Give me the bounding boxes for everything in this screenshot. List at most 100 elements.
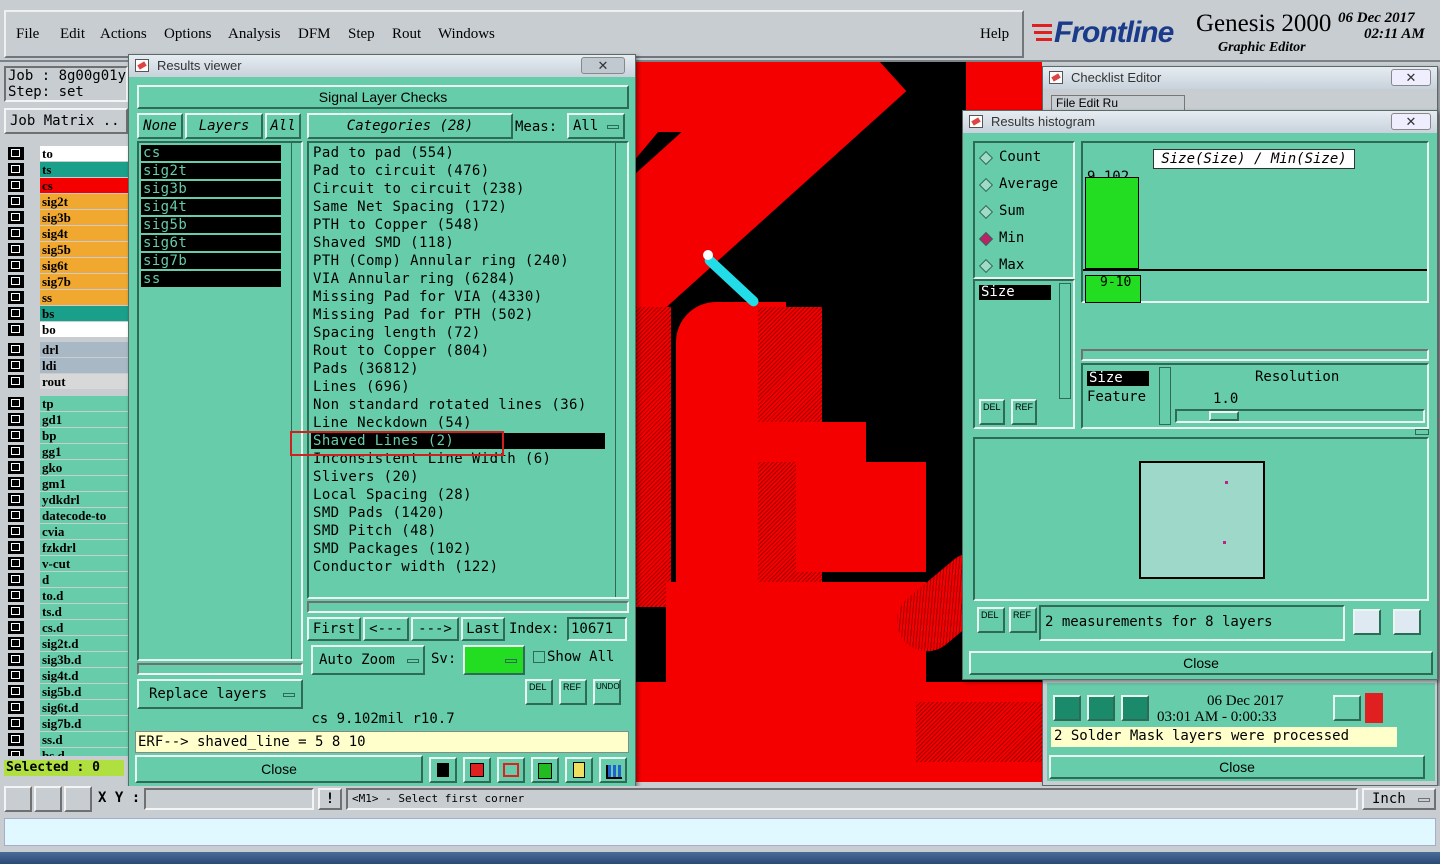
layer-row[interactable]: datecode-to [8,508,128,523]
meas-dropdown[interactable]: All [567,113,625,139]
layer-checkbox[interactable] [8,749,24,756]
layer-name[interactable]: drl [40,342,130,357]
zoom-icon[interactable] [1333,695,1361,721]
category-item[interactable]: Pads (36812) [311,361,605,377]
layer-row[interactable]: to.d [8,588,128,603]
layer-checkbox[interactable] [8,195,24,208]
category-item[interactable]: Shaved SMD (118) [311,235,605,251]
report-icon[interactable] [429,757,457,783]
layer-list-item[interactable]: sig7b [141,253,281,269]
layer-list-item[interactable]: sig3b [141,181,281,197]
layer-checkbox[interactable] [8,429,24,442]
show-all-checkbox[interactable] [533,651,545,663]
layer-row[interactable]: ydkdrl [8,492,128,507]
category-item[interactable]: Missing Pad for PTH (502) [311,307,605,323]
layer-row[interactable]: drl [8,342,130,357]
measure-icon[interactable] [34,786,62,812]
layer-row[interactable]: sig7b [8,274,130,289]
menu-dfm[interactable]: DFM [298,26,331,43]
histogram-bar[interactable] [1085,177,1139,269]
layer-row[interactable]: sig6t [8,258,130,273]
layer-checkbox[interactable] [8,275,24,288]
layers-scrollbar[interactable] [291,143,303,659]
layer-row[interactable]: gg1 [8,444,128,459]
layer-row[interactable]: sig7b.d [8,716,128,731]
export-icon[interactable] [1353,609,1381,635]
layer-name[interactable]: ss [40,290,130,305]
layer-row[interactable]: fzkdrl [8,540,128,555]
layer-name[interactable]: sig3b.d [40,652,128,667]
layer-name[interactable]: gd1 [40,412,128,427]
del-button[interactable]: DEL [525,679,553,705]
close-icon[interactable]: ✕ [581,57,625,74]
aggregate-option[interactable]: Count [978,149,1073,167]
layer-name[interactable]: tp [40,396,128,411]
layer-checkbox[interactable] [8,509,24,522]
unit-dropdown[interactable]: Inch [1362,788,1436,810]
aggregate-option[interactable]: Sum [978,203,1073,221]
layer-checkbox[interactable] [8,147,24,160]
layer-row[interactable]: rout [8,374,130,389]
layer-checkbox[interactable] [8,525,24,538]
layer-name[interactable]: sig4t [40,226,130,241]
menu-edit[interactable]: Edit [60,26,85,43]
next-button[interactable]: ---> [411,617,459,641]
histogram-scrollbar[interactable] [1081,349,1429,361]
layer-name[interactable]: bo [40,322,130,337]
category-item[interactable]: Pad to circuit (476) [311,163,605,179]
zoom-fit-icon[interactable] [4,786,32,812]
layer-checkbox[interactable] [8,701,24,714]
close-icon[interactable]: ✕ [1391,113,1431,130]
layer-checkbox[interactable] [8,323,24,336]
category-item[interactable]: Pad to pad (554) [311,145,605,161]
layer-checkbox[interactable] [8,227,24,240]
resolution-slider-thumb[interactable] [1209,411,1239,421]
menu-options[interactable]: Options [164,26,212,43]
layer-list-item[interactable]: sig5b [141,217,281,233]
sel-scrollbar[interactable] [1159,367,1171,425]
layer-name[interactable]: gko [40,460,128,475]
layer-name[interactable]: bp [40,428,128,443]
chart-icon[interactable] [463,757,491,783]
layer-name[interactable]: bs.d [40,748,128,756]
resolution-slider[interactable] [1175,409,1425,423]
layer-name[interactable]: sig6t [40,258,130,273]
layer-row[interactable]: ss [8,290,130,305]
checklist-close-button[interactable]: Close [1049,755,1425,779]
layer-name[interactable]: ydkdrl [40,492,128,507]
layer-checkbox[interactable] [8,291,24,304]
categories-hscrollbar[interactable] [307,601,629,613]
layer-row[interactable]: sig2t.d [8,636,128,651]
aggregate-option[interactable]: Min [978,230,1073,248]
layer-name[interactable]: rout [40,374,130,389]
splitter-handle[interactable] [1415,429,1429,435]
layer-row[interactable]: ldi [8,358,130,373]
results-close-button[interactable]: Close [135,755,423,783]
layer-row[interactable]: sig5b.d [8,684,128,699]
radio-icon[interactable] [978,231,994,247]
category-item[interactable]: Lines (696) [311,379,605,395]
layer-checkbox[interactable] [8,397,24,410]
category-item[interactable]: Circuit to circuit (238) [311,181,605,197]
layer-row[interactable]: ts.d [8,604,128,619]
layer-row[interactable]: cvia [8,524,128,539]
layer-checkbox[interactable] [8,243,24,256]
layer-row[interactable]: sig2t [8,194,130,209]
category-item[interactable]: Line Neckdown (54) [311,415,605,431]
layer-name[interactable]: bs [40,306,130,321]
layer-row[interactable]: ts [8,162,130,177]
close-icon[interactable]: ✕ [1391,69,1431,86]
layer-checkbox[interactable] [8,259,24,272]
feature-option[interactable]: Feature [1087,389,1146,405]
layer-row[interactable]: sig4t.d [8,668,128,683]
layer-checkbox[interactable] [8,557,24,570]
histogram-icon[interactable] [599,757,627,783]
category-item[interactable]: Conductor width (122) [311,559,605,575]
index-input[interactable]: 10671 [567,617,627,641]
radio-icon[interactable] [978,204,994,220]
sv-color-dropdown[interactable] [463,645,525,675]
layer-list-item[interactable]: sig2t [141,163,281,179]
alert-icon[interactable]: ! [318,788,342,810]
aggregate-option[interactable]: Average [978,176,1073,194]
categories-scrollbar[interactable] [615,143,627,597]
